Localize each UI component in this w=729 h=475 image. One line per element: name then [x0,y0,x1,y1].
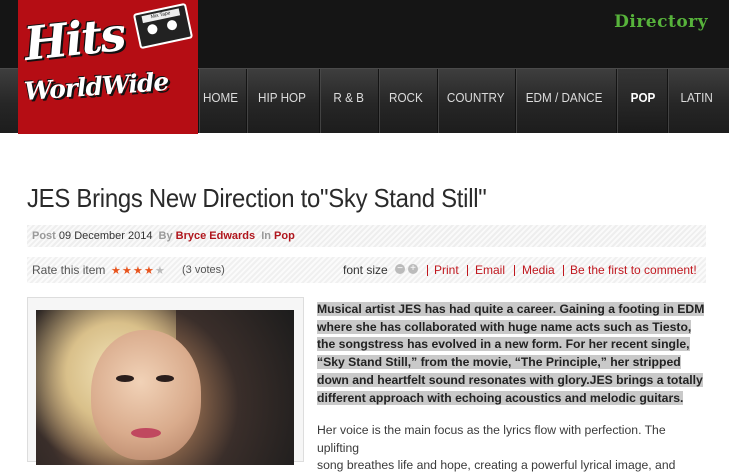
rate-label: Rate this item [32,263,106,277]
font-increase-button[interactable]: + [408,264,418,274]
article-photo[interactable] [36,310,294,465]
nav-item-edm-dance[interactable]: EDM / DANCE [515,69,612,133]
font-size-label: font size [343,263,388,277]
nav-item-r-and-b[interactable]: R & B [319,69,378,133]
category-link[interactable]: Pop [274,230,295,242]
article-meta-bar: Post 09 December 2014 By Bryce Edwards I… [27,225,706,247]
rating-stars[interactable]: ★★★★★ [111,257,166,284]
body-line: song breathes life and hope, creating a … [317,458,676,473]
star-icon[interactable]: ★ [133,258,144,284]
logo-text-worldwide: WorldWide [23,66,170,107]
toolbar-divider [563,265,564,276]
star-icon[interactable]: ★ [144,258,155,284]
post-label: Post [32,230,56,242]
nav-item-latin[interactable]: LATIN [667,69,726,133]
photo-eye-right [156,375,174,382]
toolbar-divider [514,265,515,276]
nav-item-rock[interactable]: ROCK [378,69,433,133]
comment-link[interactable]: Be the first to comment! [570,257,697,283]
photo-face [91,330,201,460]
article-toolbar: Rate this item ★★★★★ (3 votes) font size… [27,257,706,283]
photo-lips [131,428,161,438]
by-label: By [158,230,173,242]
tape-reel-left [146,23,159,36]
body-line: Her voice is the main focus as the lyric… [317,423,666,455]
site-logo[interactable]: Mix Tape Hits WorldWide [18,0,198,134]
post-date: 09 December 2014 [58,230,153,242]
in-label: In [261,230,271,242]
nav-item-country[interactable]: COUNTRY [437,69,514,133]
star-icon[interactable]: ★ [155,258,166,284]
media-link[interactable]: Media [522,257,555,283]
logo-text-hits: Hits [21,6,127,72]
intro-line: different approach with echoing acoustic… [317,390,684,405]
nav-item-pop[interactable]: POP [616,69,670,133]
intro-line: “Sky Stand Still,” from the movie, “The … [317,355,681,370]
vote-count: (3 votes) [182,264,225,276]
article-image-frame [27,297,304,465]
directory-link[interactable]: Directory [614,12,708,32]
article-body: Her voice is the main focus as the lyric… [317,422,707,475]
intro-line: Musical artist JES has had quite a caree… [317,302,705,316]
toolbar-divider [467,265,468,276]
star-icon[interactable]: ★ [111,258,122,284]
nav-item-hip-hop[interactable]: HIP HOP [246,69,317,133]
email-link[interactable]: Email [475,257,505,283]
star-icon[interactable]: ★ [122,258,133,284]
tape-reel-right [166,19,178,32]
photo-eye-left [116,375,134,382]
font-decrease-button[interactable]: − [395,264,405,274]
author-link[interactable]: Bryce Edwards [176,230,255,242]
intro-line: the songstress has evolved in a new form… [317,337,690,352]
article-title: JES Brings New Direction to"Sky Stand St… [27,183,487,213]
intro-line: where she has collaborated with huge nam… [317,319,692,334]
nav-item-home[interactable]: HOME [198,69,242,133]
article-intro: Musical artist JES has had quite a caree… [317,301,707,407]
toolbar-divider [427,265,428,276]
intro-line: down and heartfelt sound resonates with … [317,372,703,387]
cassette-tape-icon: Mix Tape [132,2,194,50]
print-link[interactable]: Print [434,257,459,283]
